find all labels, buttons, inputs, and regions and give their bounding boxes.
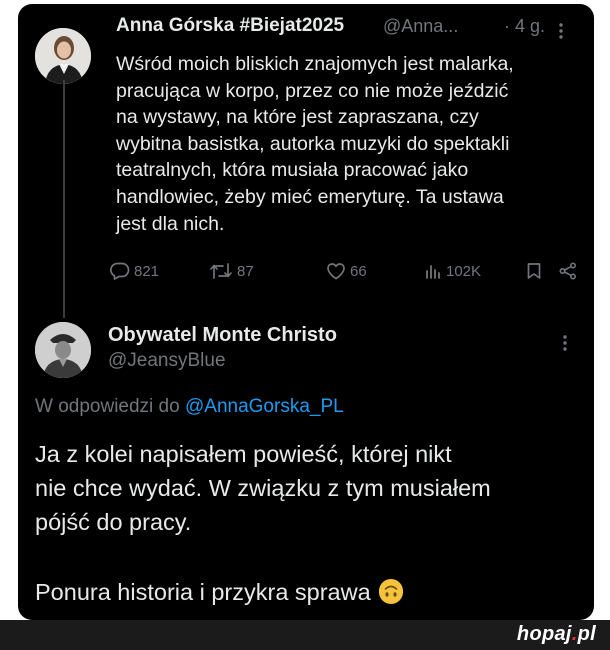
replying-to-prefix: W odpowiedzi do (35, 396, 180, 417)
views-icon (424, 262, 442, 280)
share-icon (558, 262, 578, 280)
reply-text-line: pójść do pracy. (35, 509, 192, 535)
replying-to: W odpowiedzi do @AnnaGorska_PL (35, 396, 344, 418)
watermark-bar: hopaj.pl (0, 620, 610, 650)
logo-text: hopaj (516, 623, 572, 645)
share-button[interactable] (558, 262, 578, 280)
reply-text-line: Ja z kolei napisałem powieść, której nik… (35, 441, 452, 467)
heart-icon (326, 262, 346, 280)
bookmark-icon (526, 262, 542, 280)
tweet-text-line: Wśród moich bliskich znajomych jest mala… (116, 53, 514, 75)
reply-more-options-icon[interactable] (562, 334, 568, 352)
reply-button[interactable]: 821 (110, 262, 159, 280)
post-screenshot: Anna Górska #Biejat2025 @Anna... · 4 g. … (18, 4, 594, 620)
site-logo: hopaj.pl (517, 623, 596, 646)
tweet-time[interactable]: · 4 g. (504, 16, 545, 37)
tweet-text-line: handlowiec, żeby mieć emeryturę. Ta usta… (116, 185, 504, 208)
retweet-button[interactable]: 87 (209, 262, 254, 280)
views-count: 102K (446, 262, 482, 280)
reply-count: 821 (134, 262, 160, 280)
tweet-text: Wśród moich bliskich znajomych jest mala… (116, 51, 578, 237)
upside-down-face-emoji-icon (379, 579, 404, 604)
like-count: 66 (350, 262, 367, 280)
reply-text: Ja z kolei napisałem powieść, której nik… (35, 437, 580, 539)
bookmark-button[interactable] (526, 262, 542, 280)
retweet-icon (209, 262, 233, 280)
reply-handle[interactable]: @JeansyBlue (108, 350, 226, 372)
avatar-monte-christo[interactable] (35, 322, 91, 378)
avatar-anna[interactable] (35, 28, 91, 84)
reply-closing-text: Ponura historia i przykra sprawa (35, 579, 371, 605)
thread-line (63, 80, 65, 318)
tweet-author-name[interactable]: Anna Górska #Biejat2025 (116, 15, 344, 37)
tweet-text-line: teatralnych, która musiała pracować jako (116, 159, 469, 182)
tweet-actions: 821 87 66 102K (110, 262, 580, 292)
tweet-text-line: wybitna basistka, autorka muzyki do spek… (116, 132, 510, 155)
views-button[interactable]: 102K (424, 262, 481, 280)
reply-closing: Ponura historia i przykra sprawa (35, 575, 580, 609)
tweet-text-line: na wystawy, na które jest zapraszana, cz… (116, 106, 479, 129)
tweet-handle[interactable]: @Anna... (383, 16, 458, 37)
logo-tld: pl (577, 623, 596, 645)
replying-to-link[interactable]: @AnnaGorska_PL (185, 396, 344, 417)
tweet-text-line: pracująca w korpo, przez co nie może jeź… (116, 79, 509, 102)
reply-icon (110, 262, 130, 280)
tweet-text-line: jest dla nich. (116, 212, 225, 235)
reply-author-name[interactable]: Obywatel Monte Christo (108, 324, 337, 347)
retweet-count: 87 (237, 262, 254, 280)
reply-text-line: nie chce wydać. W związku z tym musiałem (35, 475, 491, 501)
like-button[interactable]: 66 (326, 262, 367, 280)
more-options-icon[interactable] (558, 22, 564, 40)
